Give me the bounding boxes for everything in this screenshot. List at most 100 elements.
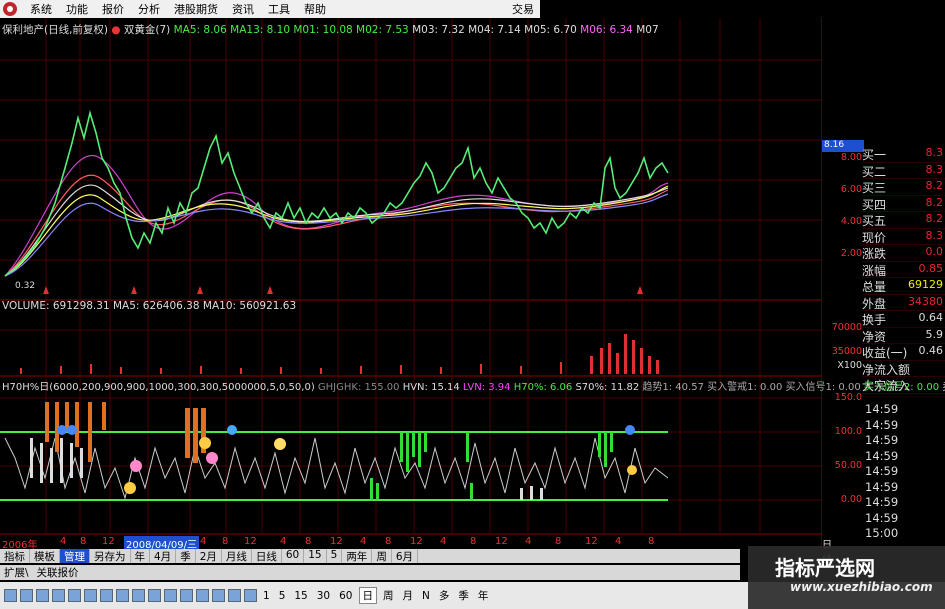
period-button-week[interactable]: 周 [380,588,397,603]
indicator-axis-labels: 150.0 100.0 50.00 0.00 [822,392,862,506]
date-tick: 8 [305,536,312,547]
settings-icon[interactable] [244,589,257,602]
tab-week[interactable]: 周 [372,549,392,563]
arrow-left-icon[interactable] [4,589,17,602]
indicator-icon[interactable] [132,589,145,602]
ma13-value: MA13: 8.10 [230,24,290,36]
zoom-out-icon[interactable] [52,589,65,602]
period-button-30[interactable]: 30 [314,590,333,602]
menu-item-trade[interactable]: 交易 [512,1,540,17]
quote-row: 总量 69129 [862,278,945,295]
volume-axis-labels: 70000 35000 X100 [822,322,862,372]
period-button-1[interactable]: 1 [260,590,273,602]
period-button-n[interactable]: N [419,590,433,602]
menu-item-quote[interactable]: 报价 [95,1,131,17]
m05-value: M05: 6.70 [524,24,577,36]
tab-5min[interactable]: 5 [327,549,343,563]
date-tick: 8 [385,536,392,547]
draw-icon[interactable] [100,589,113,602]
volume-axis-label: 70000 [831,322,862,333]
menu-item-analysis[interactable]: 分析 [131,1,167,17]
volume-axis-label: 35000 [831,346,862,357]
tab-4month[interactable]: 4月 [150,549,177,563]
tab-save-as[interactable]: 另存为 [90,549,131,563]
window-icon[interactable] [164,589,177,602]
trade-times: 14:59 14:59 14:59 14:59 14:59 14:59 14:5… [865,402,925,542]
period-button-multi[interactable]: 多 [436,588,453,603]
trade-time: 14:59 [865,433,899,447]
period-button-day[interactable]: 日 [358,587,377,604]
menu-item-function[interactable]: 功能 [59,1,95,17]
quote-row: 净资 5.9 [862,327,945,344]
tab-15min[interactable]: 15 [304,549,327,563]
menu-item-system[interactable]: 系统 [23,1,59,17]
indicator-axis-label: 0.00 [840,494,862,505]
tab-monthly[interactable]: 月线 [222,549,252,563]
volume-value: VOLUME: 691298.31 [2,300,110,312]
m07-value: M07 [636,24,659,36]
pin-icon: ● [111,24,121,36]
layout-icon[interactable] [116,589,129,602]
indicator-axis-label: 150.0 [834,392,862,403]
menu-item-help[interactable]: 帮助 [297,1,333,17]
watermark-url: www.xuezhibiao.com [790,580,933,594]
date-tick: 4 [200,536,207,547]
menu-item-tools[interactable]: 工具 [261,1,297,17]
tab-2year[interactable]: 两年 [342,549,373,563]
tab-template[interactable]: 模板 [30,549,60,563]
period-button-60[interactable]: 60 [336,590,355,602]
tab-extension[interactable]: 扩展\ [0,565,33,580]
tab-season[interactable]: 季 [176,549,196,563]
menu-item-hk-futures[interactable]: 港股期货 [167,1,225,17]
volume-ma10: MA10: 560921.63 [202,300,297,312]
chart-icon[interactable] [68,589,81,602]
indicator-params: H70H%日(6000,200,900,900,1000,300,300,500… [2,382,315,393]
quote-row: 买一 8.3 [862,146,945,163]
tab-daily[interactable]: 日线 [252,549,282,563]
period-button-season[interactable]: 季 [455,588,472,603]
indicator-label-line: H70H%日(6000,200,900,900,1000,300,300,500… [2,378,945,393]
money-icon[interactable] [212,589,225,602]
kline-icon[interactable] [180,589,193,602]
volume-ma5: MA5: 626406.38 [112,300,200,312]
tab-year[interactable]: 年 [131,549,150,563]
tab-indicator[interactable]: 指标 [0,549,30,563]
date-tick: 4 [615,536,622,547]
tab-manage[interactable]: 管理 [60,549,90,563]
m03-value: M03: 7.32 [412,24,465,36]
m04-value: M04: 7.14 [468,24,521,36]
trade-time: 14:59 [865,510,899,525]
period-button-month[interactable]: 月 [400,588,417,603]
trade-time: 15:00 [865,526,899,540]
arrow-right-icon[interactable] [20,589,33,602]
period-button-year[interactable]: 年 [475,588,492,603]
date-tick: 12 [585,536,598,547]
stock-chart-canvas[interactable]: 0.32 [0,18,822,548]
grid-icon[interactable] [84,589,97,602]
volume-label-line: VOLUME: 691298.31 MA5: 626406.38 MA10: 5… [2,300,296,312]
rsi-icon[interactable] [196,589,209,602]
quote-row: 大宗流入 [862,377,945,394]
date-tick: 4 [440,536,447,547]
date-tick: 8 [470,536,477,547]
m02-value: M02: 7.53 [356,24,409,36]
quote-row: 涨跌 0.0 [862,245,945,262]
quote-row: 净流入额 [862,361,945,377]
period-button-5[interactable]: 5 [276,590,289,602]
price-axis-label: 8.00 [840,152,862,163]
date-tick: 12 [330,536,343,547]
tab-6month[interactable]: 6月 [392,549,418,563]
tab-related-quotes[interactable]: 关联报价 [33,565,83,580]
tab-60min[interactable]: 60 [282,549,305,563]
menu-item-news[interactable]: 资讯 [225,1,261,17]
trend-value: 趋势1: 40.57 [642,382,704,393]
trade-time: 14:59 [865,479,899,494]
period-button-15[interactable]: 15 [291,590,310,602]
table-icon[interactable] [148,589,161,602]
search-icon[interactable] [228,589,241,602]
price-axis-label: 4.00 [840,216,862,227]
indicator-name: 双黄金(7) [123,24,171,36]
volume-axis-label: X100 [837,360,862,371]
zoom-in-icon[interactable] [36,589,49,602]
tab-2month[interactable]: 2月 [196,549,222,563]
